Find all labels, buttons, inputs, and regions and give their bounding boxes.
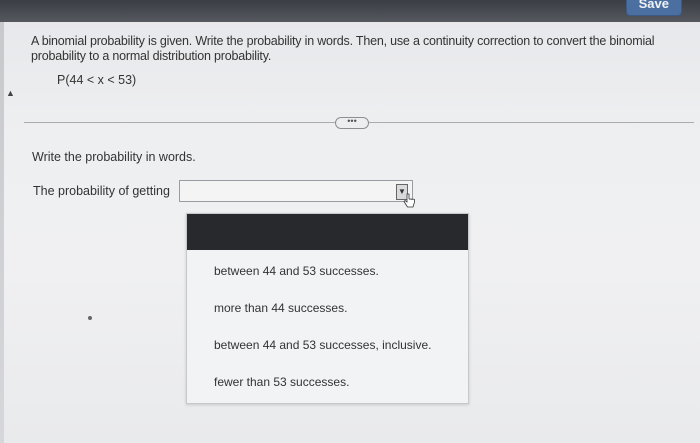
probability-words-select[interactable]: ▼ xyxy=(179,180,413,202)
top-bar: Save xyxy=(0,0,700,22)
bullet-dot xyxy=(88,316,92,320)
collapse-arrow-icon[interactable]: ▲ xyxy=(6,88,15,98)
dropdown-blank-option[interactable] xyxy=(187,214,468,250)
dropdown-menu: between 44 and 53 successes. more than 4… xyxy=(186,213,469,404)
hand-pointer-icon xyxy=(403,193,415,208)
question-prompt: A binomial probability is given. Write t… xyxy=(31,34,655,63)
part-instruction: Write the probability in words. xyxy=(32,150,196,164)
dropdown-option[interactable]: more than 44 successes. xyxy=(214,301,347,315)
save-button[interactable]: Save xyxy=(625,0,682,16)
dropdown-option[interactable]: between 44 and 53 successes. xyxy=(214,264,379,278)
dropdown-option[interactable]: between 44 and 53 successes, inclusive. xyxy=(214,338,431,352)
probability-expression: P(44 < x < 53) xyxy=(57,73,137,87)
dropdown-option[interactable]: fewer than 53 successes. xyxy=(214,375,349,389)
answer-label: The probability of getting xyxy=(33,184,170,198)
expand-ellipsis-button[interactable]: ••• xyxy=(335,117,369,129)
left-edge xyxy=(0,22,4,443)
